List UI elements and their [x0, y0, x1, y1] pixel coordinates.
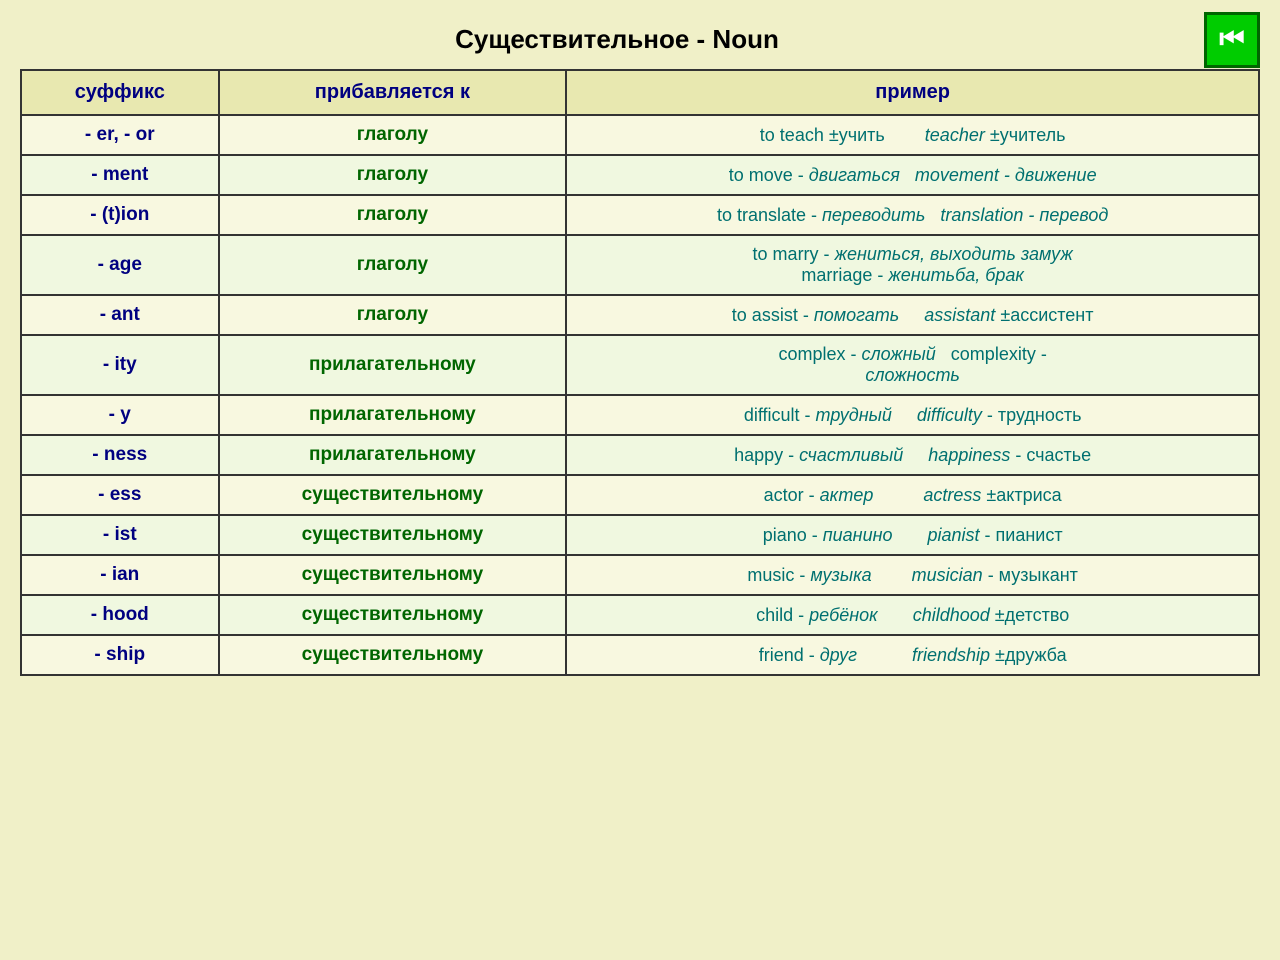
- example-cell: difficult - трудный difficulty - труднос…: [566, 395, 1259, 435]
- added-to-cell: глаголу: [219, 195, 567, 235]
- added-to-cell: существительному: [219, 595, 567, 635]
- col-suffix: суффикс: [21, 70, 219, 115]
- suffix-cell: - ant: [21, 295, 219, 335]
- example-cell: piano - пианино pianist - пианист: [566, 515, 1259, 555]
- suffix-cell: - ian: [21, 555, 219, 595]
- suffix-cell: - (t)ion: [21, 195, 219, 235]
- table-row: - hoodсуществительномуchild - ребёнок ch…: [21, 595, 1259, 635]
- example-cell: to assist - помогать assistant ±ассистен…: [566, 295, 1259, 335]
- back-icon: ⏮: [1219, 23, 1244, 56]
- added-to-cell: существительному: [219, 635, 567, 675]
- suffix-cell: - hood: [21, 595, 219, 635]
- example-cell: child - ребёнок childhood ±детство: [566, 595, 1259, 635]
- table-row: - yприлагательномуdifficult - трудный di…: [21, 395, 1259, 435]
- suffix-cell: - er, - or: [21, 115, 219, 155]
- added-to-cell: глаголу: [219, 235, 567, 295]
- example-cell: music - музыка musician - музыкант: [566, 555, 1259, 595]
- table-row: - mentглаголуto move - двигаться movemen…: [21, 155, 1259, 195]
- suffix-cell: - age: [21, 235, 219, 295]
- suffix-cell: - y: [21, 395, 219, 435]
- suffix-cell: - ist: [21, 515, 219, 555]
- added-to-cell: прилагательному: [219, 395, 567, 435]
- suffix-cell: - ity: [21, 335, 219, 395]
- noun-suffixes-table: суффикс прибавляется к пример - er, - or…: [20, 69, 1260, 676]
- suffix-cell: - ment: [21, 155, 219, 195]
- example-cell: complex - сложный complexity -сложность: [566, 335, 1259, 395]
- col-example: пример: [566, 70, 1259, 115]
- example-cell: actor - актер actress ±актриса: [566, 475, 1259, 515]
- table-row: - er, - orглаголуto teach ±учить teacher…: [21, 115, 1259, 155]
- example-cell: to teach ±учить teacher ±учитель: [566, 115, 1259, 155]
- added-to-cell: существительному: [219, 475, 567, 515]
- example-cell: to translate - переводить translation - …: [566, 195, 1259, 235]
- example-cell: happy - счастливый happiness - счастье: [566, 435, 1259, 475]
- table-row: - shipсуществительномуfriend - друг frie…: [21, 635, 1259, 675]
- table-row: - ageглаголуto marry - жениться, выходит…: [21, 235, 1259, 295]
- col-added-to: прибавляется к: [219, 70, 567, 115]
- added-to-cell: существительному: [219, 555, 567, 595]
- page-title: Существительное - Noun: [455, 24, 779, 55]
- table-row: - (t)ionглаголуto translate - переводить…: [21, 195, 1259, 235]
- title-bar: Существительное - Noun ⏮: [20, 10, 1260, 69]
- added-to-cell: прилагательному: [219, 335, 567, 395]
- nav-back-button[interactable]: ⏮: [1204, 12, 1260, 68]
- added-to-cell: существительному: [219, 515, 567, 555]
- suffix-cell: - ship: [21, 635, 219, 675]
- example-cell: to move - двигаться movement - движение: [566, 155, 1259, 195]
- table-header-row: суффикс прибавляется к пример: [21, 70, 1259, 115]
- suffix-cell: - ess: [21, 475, 219, 515]
- table-row: - nessприлагательномуhappy - счастливый …: [21, 435, 1259, 475]
- added-to-cell: глаголу: [219, 115, 567, 155]
- added-to-cell: глаголу: [219, 155, 567, 195]
- table-row: - istсуществительномуpiano - пианино pia…: [21, 515, 1259, 555]
- table-row: - antглаголуto assist - помогать assista…: [21, 295, 1259, 335]
- added-to-cell: глаголу: [219, 295, 567, 335]
- example-cell: friend - друг friendship ±дружба: [566, 635, 1259, 675]
- suffix-cell: - ness: [21, 435, 219, 475]
- table-row: - ityприлагательномуcomplex - сложный co…: [21, 335, 1259, 395]
- added-to-cell: прилагательному: [219, 435, 567, 475]
- example-cell: to marry - жениться, выходить замужmarri…: [566, 235, 1259, 295]
- page-wrapper: Существительное - Noun ⏮ суффикс прибавл…: [20, 10, 1260, 676]
- table-row: - essсуществительномуactor - актер actre…: [21, 475, 1259, 515]
- table-row: - ianсуществительномуmusic - музыка musi…: [21, 555, 1259, 595]
